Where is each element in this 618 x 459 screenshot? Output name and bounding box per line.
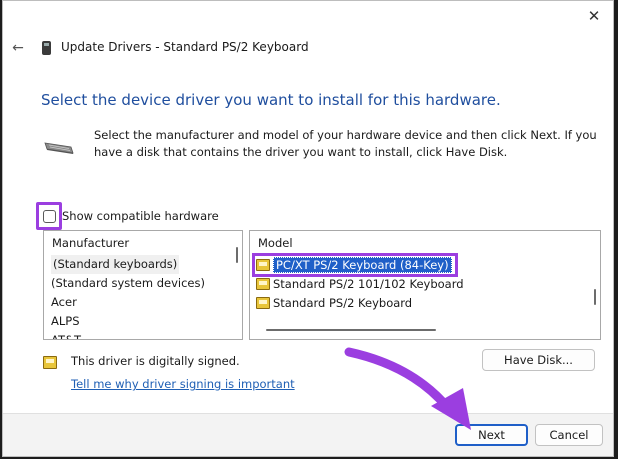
list-item[interactable]: ALPS [44, 312, 242, 331]
next-button[interactable]: Next [455, 424, 528, 446]
list-item[interactable]: (Standard system devices) [44, 274, 242, 293]
selected-model-label: PC/XT PS/2 Keyboard (84-Key) [273, 256, 452, 273]
model-horizontal-scrollbar[interactable] [266, 329, 436, 331]
driver-icon [256, 258, 270, 271]
manufacturer-list[interactable]: Manufacturer (Standard keyboards) (Stand… [43, 230, 243, 340]
update-drivers-window: ✕ ← Update Drivers - Standard PS/2 Keybo… [2, 0, 614, 457]
certificate-icon [43, 356, 57, 369]
window-title: Update Drivers - Standard PS/2 Keyboard [61, 40, 309, 54]
back-button[interactable]: ← [9, 39, 27, 57]
list-item[interactable]: Standard PS/2 101/102 Keyboard [250, 274, 600, 293]
list-item[interactable]: AT&T [44, 331, 242, 339]
list-item[interactable]: Standard PS/2 Keyboard [250, 293, 600, 312]
driver-signing-link[interactable]: Tell me why driver signing is important [71, 377, 295, 391]
list-item[interactable]: (Standard keyboards) [44, 255, 242, 274]
close-button[interactable]: ✕ [585, 7, 603, 25]
manufacturer-header: Manufacturer [52, 236, 130, 250]
show-compatible-hardware[interactable]: Show compatible hardware [36, 202, 219, 230]
keyboard-icon [44, 142, 74, 154]
model-list[interactable]: Model PC/XT PS/2 Keyboard (84-Key) Stand… [249, 230, 601, 340]
driver-icon [256, 277, 270, 290]
list-item[interactable]: Acer [44, 293, 242, 312]
manufacturer-scrollbar[interactable] [236, 247, 238, 263]
model-vertical-scrollbar[interactable] [594, 289, 596, 305]
device-icon [42, 41, 51, 55]
selected-model-highlight: PC/XT PS/2 Keyboard (84-Key) [252, 252, 458, 277]
signed-status: This driver is digitally signed. [71, 354, 240, 368]
list-item[interactable]: PC/XT PS/2 Keyboard (84-Key) [250, 252, 600, 277]
driver-icon [256, 296, 270, 309]
have-disk-button[interactable]: Have Disk... [482, 349, 595, 371]
instructions-text: Select the manufacturer and model of you… [94, 128, 597, 159]
model-header: Model [258, 236, 293, 250]
page-heading: Select the device driver you want to ins… [41, 91, 501, 109]
checkbox-highlight-annotation [36, 202, 62, 230]
cancel-button[interactable]: Cancel [535, 424, 603, 446]
compatible-label: Show compatible hardware [62, 209, 219, 223]
